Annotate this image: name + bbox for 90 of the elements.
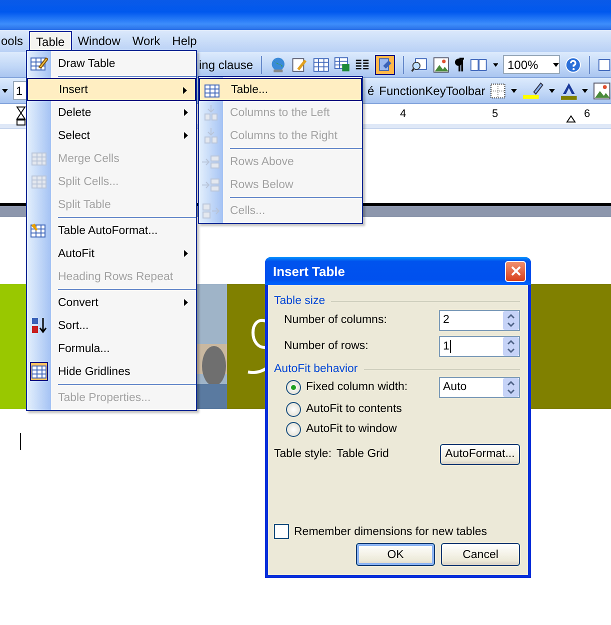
sort-icon (30, 317, 48, 334)
option-label: AutoFit to contents (306, 403, 402, 415)
indent-marker[interactable] (16, 106, 26, 126)
submenu-arrow-icon (183, 87, 187, 94)
radio-button[interactable] (286, 380, 301, 394)
picture-icon[interactable] (432, 56, 450, 74)
edit-sheet-icon[interactable] (291, 56, 308, 74)
option-label: AutoFit to window (306, 423, 397, 435)
close-button[interactable] (505, 260, 526, 282)
checked-table-icon (30, 362, 48, 381)
menu-bar-item[interactable]: Table (29, 31, 72, 52)
spin-button[interactable] (503, 378, 519, 396)
table-icon[interactable] (312, 56, 329, 72)
table-icon (31, 174, 47, 190)
pencil-table-icon (30, 56, 48, 72)
caret-icon[interactable] (548, 88, 555, 92)
font-color-icon[interactable] (560, 82, 578, 100)
width-field[interactable]: Auto (439, 376, 520, 398)
zoom-combo[interactable]: 100% (503, 55, 560, 74)
menu-item[interactable]: Sort... (27, 314, 196, 337)
submenu-arrow-icon (184, 299, 188, 306)
table-style-value: Table Grid (336, 448, 389, 460)
table-format-icon (30, 222, 48, 238)
spin-button[interactable] (503, 336, 519, 356)
radio-button[interactable] (286, 402, 301, 416)
help-icon[interactable] (565, 56, 582, 74)
insert-row-icon (202, 154, 220, 168)
menu-item[interactable]: Convert (27, 291, 196, 314)
text-cursor (20, 433, 21, 450)
close-icon (510, 266, 520, 276)
menu-bar-item[interactable]: Help (166, 31, 203, 51)
caret-icon[interactable] (2, 88, 8, 92)
insert-row-icon (202, 178, 220, 192)
insert-cells-icon (202, 202, 220, 218)
style-name: ing clause (199, 58, 254, 72)
submenu-arrow-icon (184, 250, 188, 257)
menu-item[interactable]: Formula... (27, 337, 196, 360)
checkbox[interactable] (274, 524, 289, 539)
pilcrow-icon[interactable] (454, 56, 465, 72)
submenu-arrow-icon (184, 109, 188, 116)
table-icon (204, 82, 220, 98)
ruler-number: 5 (492, 108, 498, 120)
border-icon[interactable] (490, 82, 506, 98)
menu-bar-item[interactable]: Window (72, 31, 126, 51)
submenu-arrow-icon (184, 132, 188, 139)
font-name: é (367, 84, 374, 98)
menu-item[interactable]: Table AutoFormat... (27, 219, 196, 242)
columns-field[interactable]: 2 (439, 310, 520, 330)
field-label: Number of columns: (284, 314, 387, 326)
rows-field[interactable]: 1 (439, 336, 520, 356)
spin-button[interactable] (503, 310, 519, 330)
insert-column-icon (204, 128, 218, 144)
insert-column-icon (204, 104, 218, 120)
section-heading: Table size (274, 295, 326, 307)
document-map-icon[interactable] (374, 54, 395, 76)
menu-item[interactable]: Insert (27, 78, 196, 101)
menu-item[interactable]: Draw Table (27, 52, 196, 75)
menu-item[interactable]: Delete (27, 101, 196, 124)
picture-icon[interactable] (593, 82, 611, 100)
menu-item[interactable]: Hide Gridlines (27, 360, 196, 383)
dialog-button[interactable]: Cancel (441, 543, 520, 566)
right-indent-marker[interactable] (566, 115, 576, 123)
caret-icon[interactable] (511, 88, 517, 92)
checkbox-label: Remember dimensions for new tables (294, 526, 488, 538)
zoom-page-icon[interactable] (411, 56, 428, 74)
section-heading: AutoFit behavior (274, 363, 358, 375)
menu-bar-item[interactable]: ools (0, 31, 30, 51)
field-label: Number of rows: (284, 340, 368, 352)
dialog-button[interactable]: OK (356, 543, 435, 566)
globe-icon[interactable] (270, 56, 286, 74)
caret-icon[interactable] (582, 88, 588, 92)
highlighter-icon[interactable] (522, 82, 544, 100)
columns-icon[interactable] (355, 58, 370, 72)
ruler-number: 6 (584, 108, 590, 120)
font-size-field[interactable]: 1 (12, 81, 27, 100)
caret-icon[interactable] (493, 62, 498, 66)
autoformat-button[interactable]: AutoFormat... (440, 444, 520, 464)
radio-button[interactable] (286, 422, 301, 436)
toolbar-name[interactable]: FunctionKeyToolbar (379, 84, 486, 98)
spreadsheet-icon[interactable] (334, 56, 350, 73)
table-icon (31, 150, 47, 166)
dialog-title: Insert Table (273, 264, 346, 278)
field-label: Table style: (274, 448, 332, 460)
menu-item[interactable]: Select (27, 124, 196, 147)
ruler-number: 4 (400, 108, 406, 120)
menu-bar-item[interactable]: Work (126, 31, 166, 51)
option-label: Fixed column width: (306, 381, 408, 393)
caret-icon[interactable] (553, 62, 560, 66)
menu-item[interactable]: AutoFit (27, 242, 196, 265)
menu-item[interactable]: Table... (199, 78, 362, 101)
